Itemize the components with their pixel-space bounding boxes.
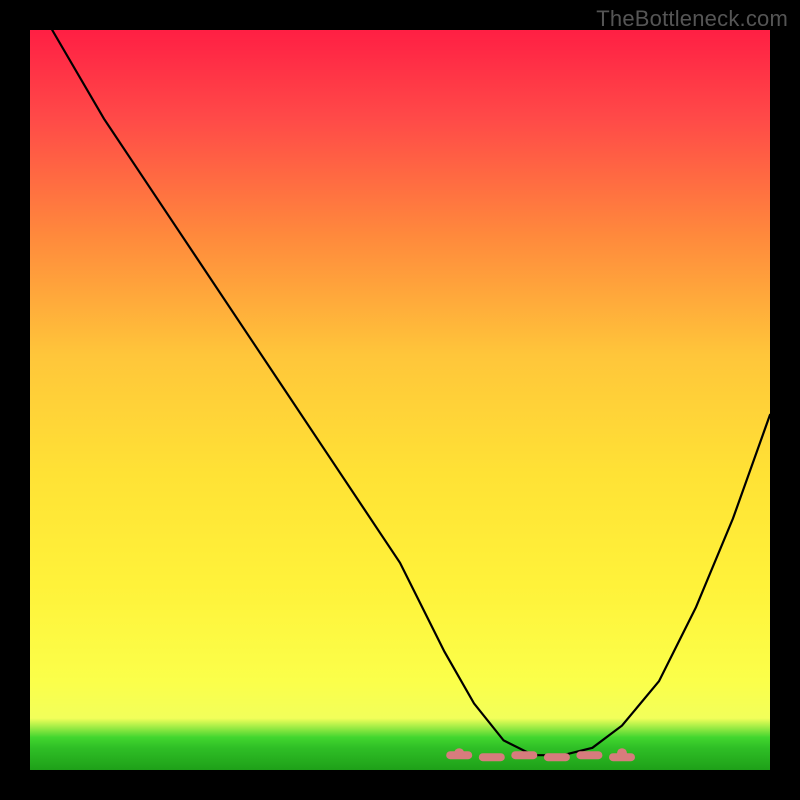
curve-layer — [30, 30, 770, 770]
chart-frame: TheBottleneck.com — [0, 0, 800, 800]
watermark-text: TheBottleneck.com — [596, 6, 788, 32]
bottleneck-curve — [52, 30, 770, 755]
plot-area — [30, 30, 770, 770]
optimal-band-marker — [450, 748, 631, 758]
